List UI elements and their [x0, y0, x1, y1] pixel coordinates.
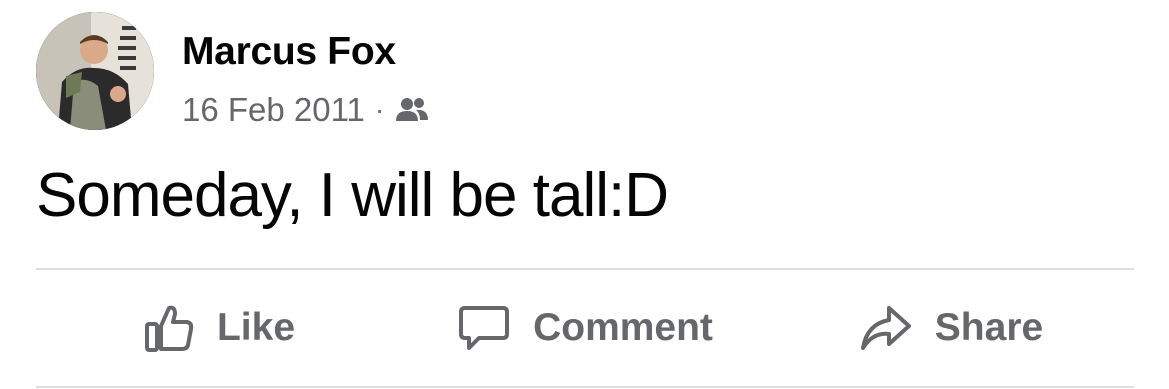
comment-bubble-icon [457, 302, 511, 354]
share-label: Share [934, 306, 1044, 349]
like-label: Like [216, 306, 296, 349]
post-meta: 16 Feb 2011 · [182, 90, 430, 130]
post-text: Someday, I will be tall:D [36, 161, 669, 230]
thumbs-up-icon [143, 302, 195, 354]
author-avatar[interactable] [36, 12, 154, 130]
comment-label: Comment [533, 306, 713, 349]
post-date[interactable]: 16 Feb 2011 [182, 91, 365, 129]
friends-icon[interactable] [394, 95, 430, 125]
meta-separator: · [374, 94, 385, 125]
like-button[interactable]: Like [36, 270, 402, 386]
share-button[interactable]: Share [768, 270, 1134, 386]
post-action-bar: Like Comment Share [36, 270, 1134, 386]
divider [36, 386, 1134, 388]
author-name[interactable]: Marcus Fox [182, 30, 396, 74]
share-arrow-icon [859, 302, 913, 354]
feed-post: Marcus Fox 16 Feb 2011 · Someday, I will… [0, 0, 1169, 389]
comment-button[interactable]: Comment [402, 270, 768, 386]
